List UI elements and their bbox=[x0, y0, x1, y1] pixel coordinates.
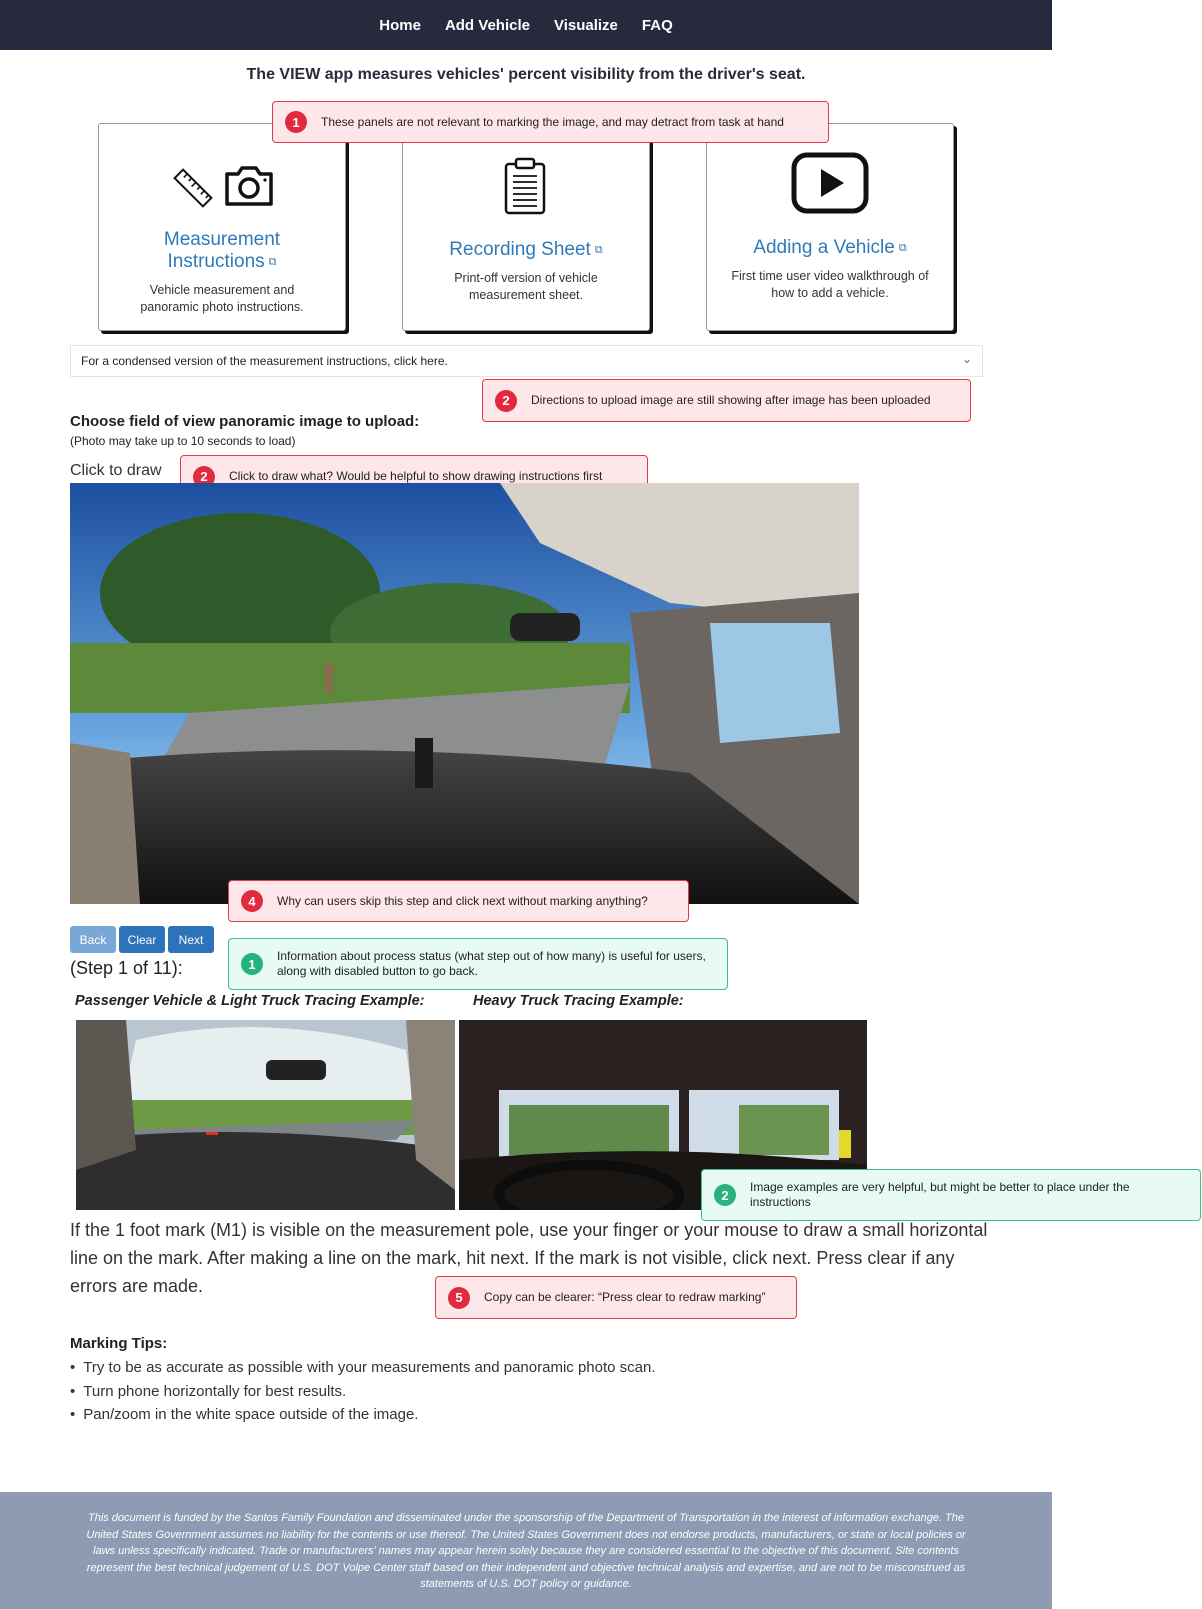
nav-visualize-link[interactable]: Visualize bbox=[554, 17, 618, 34]
card-desc-line1: First time user video walkthrough of bbox=[731, 269, 929, 283]
page-tagline: The VIEW app measures vehicles' percent … bbox=[246, 66, 806, 83]
card-desc-line2: how to add a vehicle. bbox=[771, 286, 889, 300]
footer-disclaimer: This document is funded by the Santos Fa… bbox=[86, 1512, 966, 1590]
card-title-line2[interactable]: Instructions bbox=[167, 251, 264, 272]
card-measurement-instructions[interactable]: Measurement Instructions ⧉ Vehicle measur… bbox=[98, 123, 346, 331]
annotation-text: Directions to upload image are still sho… bbox=[531, 393, 931, 407]
tip-item: Try to be as accurate as possible with y… bbox=[70, 1356, 655, 1380]
external-link-icon: ⧉ bbox=[594, 244, 603, 256]
annotation-process-status: 1 Information about process status (what… bbox=[228, 938, 728, 990]
nav-faq-link[interactable]: FAQ bbox=[642, 17, 673, 34]
passenger-example-label: Passenger Vehicle & Light Truck Tracing … bbox=[75, 993, 425, 1009]
annotation-number: 2 bbox=[714, 1184, 736, 1206]
annotation-text: Click to draw what? Would be helpful to … bbox=[229, 469, 603, 483]
card-title-line1[interactable]: Measurement bbox=[99, 229, 345, 251]
condensed-instructions-accordion[interactable]: For a condensed version of the measureme… bbox=[70, 345, 983, 377]
play-icon bbox=[791, 152, 869, 219]
external-link-icon: ⧉ bbox=[268, 256, 277, 268]
external-link-icon: ⧉ bbox=[898, 242, 907, 254]
card-adding-a-vehicle[interactable]: Adding a Vehicle ⧉ First time user video … bbox=[706, 123, 954, 331]
annotation-number: 1 bbox=[285, 111, 307, 133]
card-desc-line2: panoramic photo instructions. bbox=[140, 300, 304, 314]
nav-add-vehicle-link[interactable]: Add Vehicle bbox=[445, 17, 530, 34]
card-title[interactable]: Adding a Vehicle bbox=[753, 237, 895, 258]
nav-home-link[interactable]: Home bbox=[379, 17, 421, 34]
next-button[interactable]: Next bbox=[168, 926, 214, 953]
card-recording-sheet[interactable]: Recording Sheet ⧉ Print-off version of ve… bbox=[402, 123, 650, 331]
card-desc-line2: measurement sheet. bbox=[469, 288, 583, 302]
click-to-draw-label: Click to draw bbox=[70, 462, 162, 479]
annotation-panels-not-relevant: 1 These panels are not relevant to marki… bbox=[272, 101, 829, 143]
annotation-text: Image examples are very helpful, but mig… bbox=[750, 1180, 1130, 1209]
card-title[interactable]: Recording Sheet bbox=[449, 239, 591, 260]
upload-heading: Choose field of view panoramic image to … bbox=[70, 413, 420, 430]
annotation-text: Copy can be clearer: “Press clear to red… bbox=[484, 1290, 766, 1304]
clear-button[interactable]: Clear bbox=[119, 926, 165, 953]
annotation-text: Information about process status (what s… bbox=[277, 949, 706, 978]
marking-tips-heading: Marking Tips: bbox=[70, 1335, 168, 1352]
annotation-copy-clearer: 5 Copy can be clearer: “Press clear to r… bbox=[435, 1276, 797, 1319]
top-navbar: Home Add Vehicle Visualize FAQ bbox=[0, 0, 1052, 50]
chevron-down-icon[interactable]: ⌄ bbox=[962, 352, 972, 366]
marking-tips-list: Try to be as accurate as possible with y… bbox=[70, 1356, 656, 1427]
annotation-text: Why can users skip this step and click n… bbox=[277, 893, 648, 908]
heavy-truck-example-label: Heavy Truck Tracing Example: bbox=[473, 993, 684, 1009]
annotation-image-examples: 2 Image examples are very helpful, but m… bbox=[701, 1169, 1201, 1221]
back-button[interactable]: Back bbox=[70, 926, 116, 953]
step-indicator: (Step 1 of 11): bbox=[70, 958, 183, 978]
annotation-number: 5 bbox=[448, 1286, 470, 1309]
annotation-number: 2 bbox=[495, 389, 517, 412]
annotation-skip-step: 4 Why can users skip this step and click… bbox=[228, 880, 689, 922]
annotation-number: 1 bbox=[241, 953, 263, 975]
annotation-text: These panels are not relevant to marking… bbox=[321, 114, 784, 129]
page-footer: This document is funded by the Santos Fa… bbox=[0, 1492, 1052, 1609]
tip-item: Pan/zoom in the white space outside of t… bbox=[70, 1403, 656, 1427]
passenger-tracing-example-image bbox=[76, 1020, 455, 1210]
accordion-label[interactable]: For a condensed version of the measureme… bbox=[81, 354, 448, 368]
camera-icon bbox=[223, 162, 275, 213]
clipboard-icon bbox=[503, 156, 547, 221]
card-desc-line1: Vehicle measurement and bbox=[149, 283, 295, 297]
annotation-upload-directions: 2 Directions to upload image are still s… bbox=[482, 379, 971, 422]
annotation-number: 4 bbox=[241, 890, 263, 912]
panorama-drawing-canvas[interactable] bbox=[70, 483, 859, 904]
card-desc-line1: Print-off version of vehicle bbox=[454, 271, 598, 285]
upload-note: (Photo may take up to 10 seconds to load… bbox=[70, 434, 296, 448]
tip-item: Turn phone horizontally for best results… bbox=[70, 1380, 656, 1404]
ruler-icon bbox=[169, 164, 217, 217]
